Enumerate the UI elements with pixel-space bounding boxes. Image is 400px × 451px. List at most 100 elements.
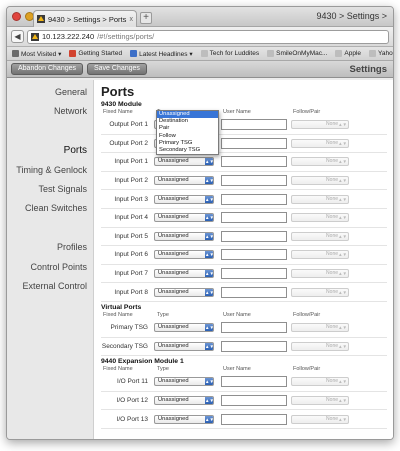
type-select[interactable]: Unassigned ▲▼ [154, 176, 214, 186]
follow-pair-select[interactable]: None ▲▼ [291, 213, 349, 223]
sidebar-item-profiles[interactable]: Profiles [7, 238, 93, 257]
sidebar-item-control-points[interactable]: Control Points [7, 258, 93, 277]
back-arrow-icon[interactable]: ◀ [11, 30, 24, 43]
port-row: Input Port 2 Unassigned ▲▼ None ▲▼ [101, 172, 387, 191]
bookmark-item[interactable]: Tech for Luddites [200, 50, 259, 57]
bookmark-item[interactable]: Most Visited ▾ [12, 50, 61, 58]
follow-pair-select[interactable]: None ▲▼ [291, 414, 349, 424]
dropdown-option[interactable]: Destination [157, 118, 218, 125]
type-select[interactable]: Unassigned ▲▼ [154, 287, 214, 297]
type-select[interactable]: Unassigned ▲▼ [154, 231, 214, 241]
type-select[interactable]: Unassigned ▲▼ [154, 377, 214, 387]
user-name-input[interactable] [221, 268, 287, 280]
user-name-input[interactable] [221, 175, 287, 187]
type-select[interactable]: Unassigned ▲▼ [154, 341, 214, 351]
site-icon [31, 32, 39, 41]
port-name: Input Port 8 [114, 288, 148, 296]
follow-pair-select[interactable]: None ▲▼ [291, 341, 349, 351]
select-arrows-icon: ▲▼ [205, 415, 214, 423]
user-name-input[interactable] [221, 395, 287, 407]
browser-tab[interactable]: 9430 > Settings > Ports x [33, 10, 137, 27]
dropdown-option[interactable]: Follow [157, 133, 218, 140]
user-name-input[interactable] [221, 156, 287, 168]
user-name-input[interactable] [221, 230, 287, 242]
follow-pair-select[interactable]: None ▲▼ [291, 157, 349, 167]
col-fixed-name: Fixed Name [103, 366, 133, 373]
col-user-name: User Name [223, 311, 251, 318]
bookmark-item[interactable]: Latest Headlines ▾ [130, 50, 193, 58]
follow-pair-select[interactable]: None ▲▼ [291, 323, 349, 333]
section-title: 9440 Expansion Module 1 [101, 358, 184, 366]
follow-pair-select[interactable]: None ▲▼ [291, 377, 349, 387]
type-select[interactable]: Unassigned ▲▼ [154, 250, 214, 260]
follow-pair-select[interactable]: None ▲▼ [291, 231, 349, 241]
port-row: Input Port 5 Unassigned ▲▼ None ▲▼ [101, 228, 387, 247]
type-select[interactable]: Unassigned ▲▼ [154, 269, 214, 279]
select-arrows-icon: ▲▼ [338, 343, 347, 349]
user-name-input[interactable] [221, 212, 287, 224]
user-name-input[interactable] [221, 376, 287, 388]
sidebar-item-external-control[interactable]: External Control [7, 277, 93, 296]
user-name-input[interactable] [221, 340, 287, 352]
follow-pair-select[interactable]: None ▲▼ [291, 269, 349, 279]
user-name-input[interactable] [221, 249, 287, 261]
follow-pair-select[interactable]: None ▲▼ [291, 194, 349, 204]
port-row: Input Port 3 Unassigned ▲▼ None ▲▼ [101, 190, 387, 209]
sidebar-item-test-signals[interactable]: Test Signals [7, 180, 93, 199]
user-name-input[interactable] [221, 322, 287, 334]
user-name-input[interactable] [221, 193, 287, 205]
select-arrows-icon: ▲▼ [338, 196, 347, 202]
type-select-value: Unassigned [158, 378, 189, 385]
type-dropdown-menu: Unassigned Destination Pair Follow Primary T… [156, 110, 219, 156]
type-select[interactable]: Unassigned ▲▼ [154, 194, 214, 204]
close-window-button[interactable] [12, 12, 21, 21]
dropdown-option[interactable]: Primary TSG [157, 140, 218, 147]
bookmark-item[interactable]: Yahoo! [369, 50, 393, 57]
sidebar-item-general[interactable]: General [7, 83, 93, 102]
user-name-input[interactable] [221, 286, 287, 298]
port-row: I/O Port 11 Unassigned ▲▼ None ▲▼ [101, 373, 387, 392]
select-arrows-icon: ▲▼ [205, 214, 214, 222]
ports-heading: Ports [101, 84, 135, 99]
follow-pair-select[interactable]: None ▲▼ [291, 250, 349, 260]
port-row: Input Port 8 Unassigned ▲▼ None ▲▼ [101, 283, 387, 302]
type-select-value: Unassigned [158, 251, 189, 258]
follow-pair-select[interactable]: None ▲▼ [291, 120, 349, 130]
dropdown-option[interactable]: Secondary TSG [157, 147, 218, 154]
col-follow-pair: Follow/Pair [293, 311, 321, 318]
port-name: Input Port 6 [114, 251, 148, 259]
user-name-input[interactable] [221, 413, 287, 425]
title-bar: 9430 > Settings > Ports x + 9430 > Setti… [7, 7, 393, 27]
sidebar-item-clean-switches[interactable]: Clean Switches [7, 199, 93, 218]
sidebar-item-network[interactable]: Network [7, 102, 93, 121]
type-select[interactable]: Unassigned ▲▼ [154, 157, 214, 167]
bookmark-item[interactable]: Apple [335, 50, 361, 57]
sidebar-item-spacer2 [7, 219, 93, 238]
dropdown-option[interactable]: Unassigned [157, 111, 218, 119]
follow-pair-select[interactable]: None ▲▼ [291, 176, 349, 186]
sidebar-item-timing-genlock[interactable]: Timing & Genlock [7, 161, 93, 180]
user-name-input[interactable] [221, 119, 287, 131]
save-changes-button[interactable]: Save Changes [87, 63, 147, 75]
type-select[interactable]: Unassigned ▲▼ [154, 396, 214, 406]
type-select[interactable]: Unassigned ▲▼ [154, 213, 214, 223]
new-tab-button[interactable]: + [140, 12, 152, 24]
type-select[interactable]: Unassigned ▲▼ [154, 323, 214, 333]
select-arrows-icon: ▲▼ [205, 324, 214, 332]
sidebar-item-ports[interactable]: Ports [7, 141, 93, 160]
tab-title: 9430 > Settings > Ports [48, 14, 127, 24]
col-user-name: User Name [223, 366, 251, 373]
user-name-input[interactable] [221, 137, 287, 149]
select-arrows-icon: ▲▼ [205, 158, 214, 166]
tab-close-icon[interactable]: x [130, 16, 134, 23]
follow-pair-select[interactable]: None ▲▼ [291, 138, 349, 148]
dropdown-option[interactable]: Pair [157, 125, 218, 132]
follow-pair-select[interactable]: None ▲▼ [291, 287, 349, 297]
bookmark-item[interactable]: SmileOnMyMac... [267, 50, 327, 57]
abandon-changes-button[interactable]: Abandon Changes [11, 63, 83, 75]
follow-pair-select[interactable]: None ▲▼ [291, 396, 349, 406]
address-bar[interactable]: 10.123.222.240/#!/settings/ports/ [27, 29, 389, 44]
type-select[interactable]: Unassigned ▲▼ [154, 414, 214, 424]
bookmark-item[interactable]: Getting Started [69, 50, 122, 57]
follow-pair-value: None [326, 270, 338, 277]
